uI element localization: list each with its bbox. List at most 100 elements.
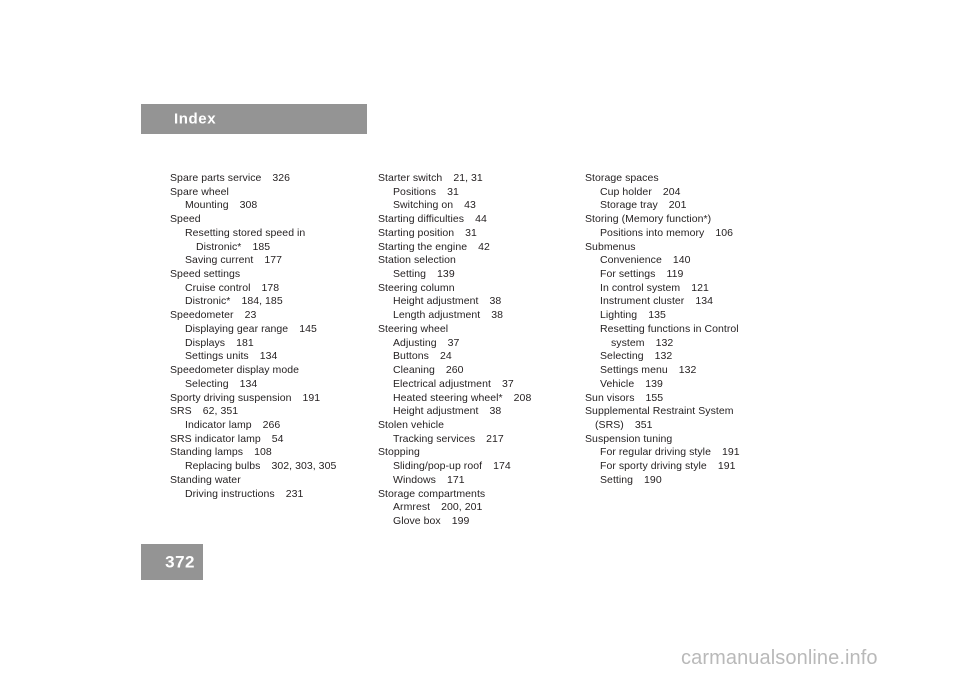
index-entry-label: Height adjustment <box>393 295 479 308</box>
index-entry: Electrical adjustment 37 <box>378 378 593 392</box>
index-entry-label: Displays <box>185 336 226 349</box>
index-entry: Displays 181 <box>170 337 385 351</box>
index-entry-label: Tracking services <box>393 432 476 445</box>
index-entry: Cruise control 178 <box>170 282 385 296</box>
index-entry-label: Instrument cluster <box>600 295 685 308</box>
index-entry: Speed <box>170 213 385 227</box>
index-entry: For regular driving style 191 <box>585 446 800 460</box>
index-entry: Speedometer 23 <box>170 309 385 323</box>
index-column-2: Starter switch 21, 31 Positions 31 Switching… <box>378 172 593 529</box>
index-entry-label: In control system <box>600 281 681 294</box>
index-entry: Adjusting 37 <box>378 337 593 351</box>
index-entry-label: Sporty driving suspension <box>170 391 292 404</box>
index-entry-pages: 132 <box>678 364 697 377</box>
page-title: Index <box>174 110 217 128</box>
index-entry-pages: 62, 351 <box>202 405 239 418</box>
index-entry: Indicator lamp 266 <box>170 419 385 433</box>
index-entry-label: Speed settings <box>170 268 241 281</box>
index-entry-label: Sliding/pop-up roof <box>393 460 483 473</box>
index-entry-pages: 260 <box>445 364 464 377</box>
index-entry-pages: 43 <box>464 199 476 212</box>
index-entry-label: Speedometer <box>170 309 234 322</box>
index-entry: Stolen vehicle <box>378 419 593 433</box>
index-entry: Tracking services 217 <box>378 433 593 447</box>
index-entry-label: Storing (Memory function*) <box>585 213 712 226</box>
index-entry: Cup holder 204 <box>585 186 800 200</box>
index-entry: Sliding/pop-up roof 174 <box>378 460 593 474</box>
index-entry-label: Heated steering wheel* <box>393 391 503 404</box>
index-entry-label: Switching on <box>393 199 454 212</box>
index-entry-label: Speedometer display mode <box>170 364 300 377</box>
index-entry-pages: 155 <box>645 391 664 404</box>
index-entry-pages: 139 <box>437 268 455 281</box>
index-header-bar: Index <box>141 104 367 134</box>
index-entry: Selecting 132 <box>585 350 800 364</box>
index-entry-label: Selecting <box>600 350 644 363</box>
index-entry-pages: 37 <box>447 336 460 349</box>
index-entry-pages: 184, 185 <box>241 295 283 308</box>
index-entry: Storage compartments <box>378 488 593 502</box>
index-entry: Stopping <box>378 446 593 460</box>
index-entry: Selecting 134 <box>170 378 385 392</box>
index-entry-pages: 266 <box>262 418 281 431</box>
index-entry-label: For sporty driving style <box>600 460 707 473</box>
index-entry-pages: 208 <box>513 391 532 404</box>
index-entry-pages: 201 <box>668 199 687 212</box>
index-entry: SRS 62, 351 <box>170 405 385 419</box>
index-entry: Storage tray 201 <box>585 199 800 213</box>
index-entry: Positions 31 <box>378 186 593 200</box>
index-entry: For settings 119 <box>585 268 800 282</box>
index-entry: Mounting 308 <box>170 199 385 213</box>
index-entry-pages: 191 <box>721 446 740 459</box>
index-entry: Buttons 24 <box>378 350 593 364</box>
index-entry-pages: 24 <box>439 350 452 363</box>
index-entry: Speedometer display mode <box>170 364 385 378</box>
index-entry: Supplemental Restraint System <box>585 405 800 419</box>
index-entry-pages: 38 <box>489 405 502 418</box>
index-entry-label: Setting <box>393 268 427 281</box>
index-entry: For sporty driving style 191 <box>585 460 800 474</box>
index-entry: In control system 121 <box>585 282 800 296</box>
index-entry-label: Starter switch <box>378 172 443 184</box>
index-entry-label: Cleaning <box>393 364 435 377</box>
index-entry: Standing water <box>170 474 385 488</box>
index-entry-pages: 231 <box>285 487 304 500</box>
index-entry-pages: 171 <box>446 473 465 486</box>
index-entry-pages: 199 <box>451 514 470 527</box>
index-entry: Speed settings <box>170 268 385 282</box>
index-entry-pages: 38 <box>491 309 504 322</box>
index-entry-pages: 326 <box>272 172 291 184</box>
index-entry: Cleaning 260 <box>378 364 593 378</box>
watermark: carmanualsonline.info <box>681 647 878 669</box>
index-entry: Distronic* 184, 185 <box>170 295 385 309</box>
index-entry-label: Convenience <box>600 254 662 267</box>
index-entry: Armrest 200, 201 <box>378 501 593 515</box>
index-entry-label: Buttons <box>393 350 429 363</box>
index-entry: Saving current 177 <box>170 254 385 268</box>
index-entry-label: Spare wheel <box>170 185 229 198</box>
index-entry: SRS indicator lamp 54 <box>170 433 385 447</box>
index-entry-label: Station selection <box>378 254 456 267</box>
index-entry-pages: 351 <box>634 418 653 431</box>
index-entry-label: Steering column <box>378 281 455 294</box>
index-entry: (SRS) 351 <box>585 419 800 433</box>
index-entry-label: Electrical adjustment <box>393 377 491 390</box>
index-entry-label: Sun visors <box>585 391 635 404</box>
index-entry: Instrument cluster 134 <box>585 295 800 309</box>
index-entry: Lighting 135 <box>585 309 800 323</box>
index-entry-label: Submenus <box>585 240 636 253</box>
index-entry-pages: 23 <box>244 309 257 322</box>
index-entry-label: Distronic* <box>196 240 242 253</box>
index-entry-pages: 178 <box>261 281 280 294</box>
index-entry-pages: 121 <box>691 281 709 294</box>
index-entry-label: Spare parts service <box>170 172 262 184</box>
index-entry-pages: 134 <box>239 377 258 390</box>
index-entry-pages: 177 <box>264 254 283 267</box>
index-entry-label: (SRS) <box>595 418 624 431</box>
index-entry-pages: 200, 201 <box>441 501 483 514</box>
index-entry: Replacing bulbs 302, 303, 305 <box>170 460 385 474</box>
index-entry: Convenience 140 <box>585 254 800 268</box>
index-entry: Length adjustment 38 <box>378 309 593 323</box>
index-entry: Displaying gear range 145 <box>170 323 385 337</box>
index-entry-label: Length adjustment <box>393 309 481 322</box>
